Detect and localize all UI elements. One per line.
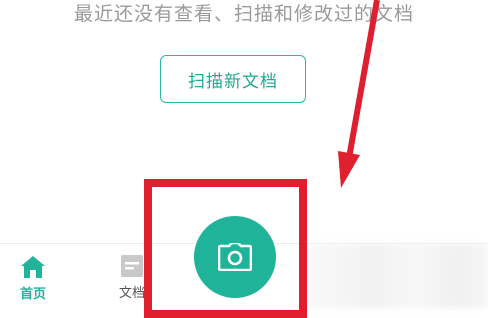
tab-home[interactable]: 首页 [3, 244, 63, 309]
annotation-highlight-box [144, 179, 307, 318]
home-icon [21, 256, 45, 278]
blurred-area [300, 244, 488, 308]
document-icon [121, 255, 143, 277]
tab-documents-label: 文档 [118, 286, 145, 301]
empty-state-message: 最近还没有查看、扫描和修改过的文档 [73, 3, 414, 25]
tab-home-label: 首页 [19, 287, 46, 302]
scan-new-document-button[interactable]: 扫描新文档 [160, 55, 306, 103]
